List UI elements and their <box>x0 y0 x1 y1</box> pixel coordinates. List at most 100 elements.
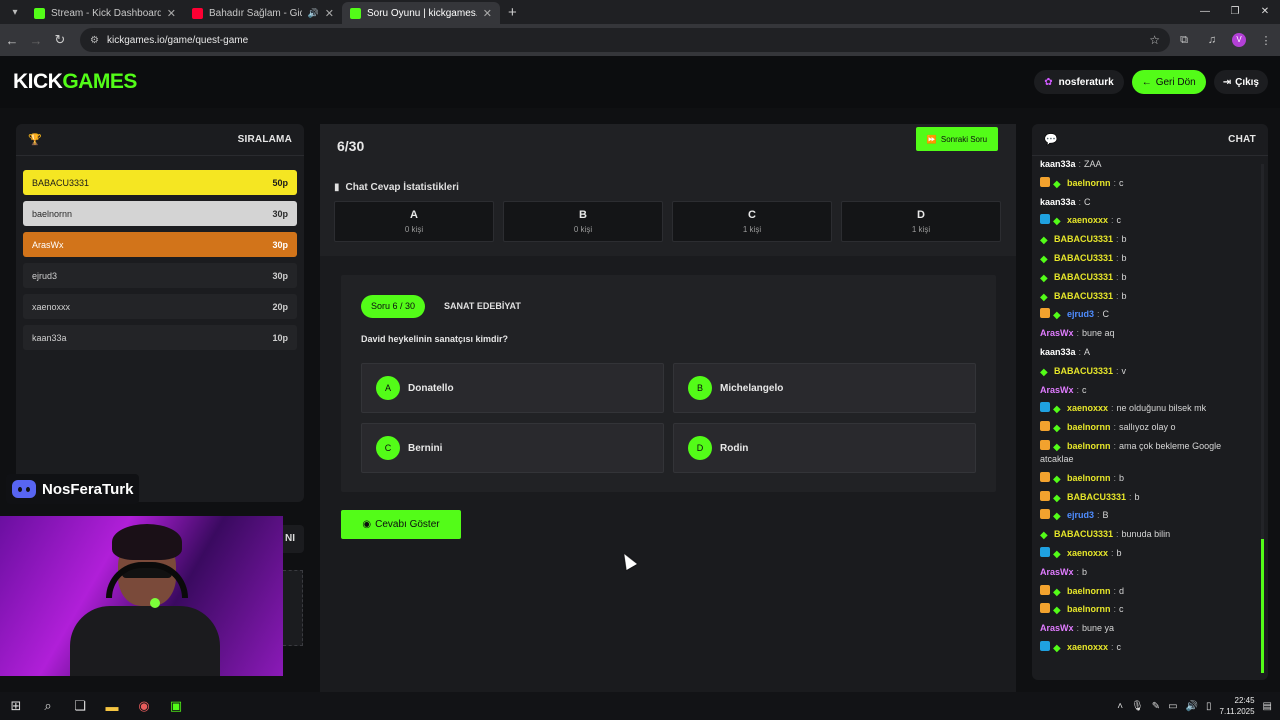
chat-username[interactable]: xaenoxxx <box>1067 548 1108 558</box>
close-window-icon[interactable]: ✕ <box>1250 0 1280 24</box>
chat-message: ◆ xaenoxxx: b <box>1032 546 1268 560</box>
battery-icon[interactable]: ▯ <box>1206 701 1212 712</box>
pen-icon[interactable]: ✎ <box>1152 701 1160 712</box>
chat-username[interactable]: xaenoxxx <box>1067 642 1108 652</box>
chat-username[interactable]: baelnornn <box>1067 473 1111 483</box>
option-d[interactable]: D Rodin <box>673 423 976 473</box>
browser-tab-youtube[interactable]: Bahadır Sağlam - Gidiyor G 🔊 ✕ <box>184 2 342 24</box>
profile-avatar[interactable]: V <box>1232 33 1246 47</box>
network-icon[interactable]: ▭ <box>1168 701 1177 712</box>
chat-username[interactable]: baelnornn <box>1067 178 1111 188</box>
chat-username[interactable]: kaan33a <box>1040 197 1076 207</box>
close-tab-icon[interactable]: ✕ <box>325 7 334 20</box>
chat-scrollbar[interactable] <box>1261 164 1264 673</box>
new-tab-button[interactable]: + <box>508 4 517 21</box>
chat-username[interactable]: ArasWx <box>1040 623 1074 633</box>
chat-username[interactable]: baelnornn <box>1067 604 1111 614</box>
file-explorer-icon[interactable]: ▬ <box>96 692 128 720</box>
minimize-icon[interactable]: — <box>1190 0 1220 24</box>
microphone-icon[interactable]: 🎙 <box>1131 701 1144 712</box>
back-button[interactable]: ← Geri Dön <box>1131 70 1206 94</box>
chat-username[interactable]: ejrud3 <box>1067 510 1094 520</box>
bookmark-star-icon[interactable]: ☆ <box>1149 33 1160 47</box>
chat-username[interactable]: BABACU3331 <box>1054 234 1113 244</box>
forward-arrow-icon[interactable]: → <box>24 33 48 48</box>
chat-scroll-thumb[interactable] <box>1261 539 1264 673</box>
chat-separator: : <box>1113 422 1117 433</box>
chat-username[interactable]: BABACU3331 <box>1067 492 1126 502</box>
chat-username[interactable]: BABACU3331 <box>1054 529 1113 539</box>
user-chip[interactable]: ✿ nosferaturk <box>1034 70 1124 94</box>
hidden-panel-text: NI <box>285 533 295 544</box>
option-letter: D <box>688 436 712 460</box>
start-icon[interactable]: ⊞ <box>0 692 32 720</box>
chat-username[interactable]: xaenoxxx <box>1067 403 1108 413</box>
stats-row: A 0 kişi B 0 kişi C 1 kişi D 1 kişi <box>334 201 1001 242</box>
ranking-row: kaan33a 10p <box>23 325 297 350</box>
chat-username[interactable]: BABACU3331 <box>1054 366 1113 376</box>
vip-badge-icon: ◆ <box>1053 216 1061 228</box>
chevron-up-icon[interactable]: ˄ <box>1117 701 1123 712</box>
reload-icon[interactable]: ↻ <box>48 32 72 48</box>
chat-username[interactable]: ArasWx <box>1040 567 1074 577</box>
address-bar[interactable]: ⚙ kickgames.io/game/quest-game ☆ <box>80 28 1170 52</box>
close-tab-icon[interactable]: ✕ <box>483 7 492 20</box>
chart-bar-icon: ▮ <box>334 182 340 193</box>
chat-separator: : <box>1111 641 1114 652</box>
back-arrow-icon[interactable]: ← <box>0 33 24 48</box>
reveal-answer-button[interactable]: ◉ Cevabı Göster <box>341 510 461 539</box>
task-view-icon[interactable]: ❏ <box>64 692 96 720</box>
player-points: 10p <box>272 332 288 343</box>
site-info-icon[interactable]: ⚙ <box>90 35 99 46</box>
chat-username[interactable]: ArasWx <box>1040 385 1074 395</box>
stat-box-a: A 0 kişi <box>334 201 494 242</box>
chrome-icon[interactable]: ◉ <box>128 692 160 720</box>
chat-text: C <box>1102 309 1110 320</box>
chat-username[interactable]: BABACU3331 <box>1054 253 1113 263</box>
option-c[interactable]: C Bernini <box>361 423 664 473</box>
extensions-icon[interactable]: ⧉ <box>1170 34 1198 47</box>
chat-username[interactable]: kaan33a <box>1040 347 1076 357</box>
chat-message: ◆ baelnornn: ama çok bekleme Google atcakl… <box>1032 439 1268 466</box>
close-tab-icon[interactable]: ✕ <box>167 7 176 20</box>
chat-username[interactable]: BABACU3331 <box>1054 272 1113 282</box>
chat-message-list[interactable]: kaan33a: ZAA ◆ baelnornn: c kaan33a: C ◆ xaenoxx… <box>1032 158 1268 678</box>
chat-separator: : <box>1116 234 1119 245</box>
search-icon[interactable]: ⌕ <box>32 692 64 720</box>
chat-separator: : <box>1113 177 1117 188</box>
media-controls-icon[interactable]: ♫ <box>1198 34 1226 46</box>
chat-username[interactable]: baelnornn <box>1067 441 1111 451</box>
browser-tab-quiz-game[interactable]: Soru Oyunu | kickgames.io ✕ <box>342 2 500 24</box>
chat-username[interactable]: BABACU3331 <box>1054 291 1113 301</box>
volume-icon[interactable]: 🔊 <box>1186 701 1198 712</box>
logout-button[interactable]: ⇥ Çıkış <box>1213 70 1268 94</box>
stat-box-b: B 0 kişi <box>503 201 663 242</box>
browser-menu-icon[interactable]: ⋮ <box>1252 34 1280 47</box>
chat-text: C <box>1084 196 1091 207</box>
vip-badge-icon: ◆ <box>1053 178 1061 190</box>
chat-panel: 💬 CHAT kaan33a: ZAA ◆ baelnornn: c kaan33a: C ◆… <box>1032 124 1268 680</box>
vip-badge-icon: ◆ <box>1053 404 1061 416</box>
next-question-button[interactable]: ⏩ Sonraki Soru <box>916 127 998 151</box>
notifications-icon[interactable]: ▤ <box>1263 701 1272 712</box>
chat-username[interactable]: baelnornn <box>1067 422 1111 432</box>
chat-username[interactable]: kaan33a <box>1040 159 1076 169</box>
option-a[interactable]: A Donatello <box>361 363 664 413</box>
kick-app-icon[interactable]: ▣ <box>160 692 192 720</box>
chat-username[interactable]: ejrud3 <box>1067 309 1094 319</box>
chat-text: b <box>1121 234 1127 245</box>
speaker-icon[interactable]: 🔊 <box>308 8 319 19</box>
streamer-hair <box>112 524 182 560</box>
browser-tab-kick-dashboard[interactable]: Stream - Kick Dashboard ✕ <box>26 2 184 24</box>
subscriber-badge-icon <box>1040 471 1050 482</box>
option-b[interactable]: B Michelangelo <box>673 363 976 413</box>
chat-username[interactable]: xaenoxxx <box>1067 215 1108 225</box>
chat-message: ArasWx: bune ya <box>1032 622 1268 635</box>
restore-icon[interactable]: ❐ <box>1220 0 1250 24</box>
url-text[interactable]: kickgames.io/game/quest-game <box>107 35 1141 46</box>
chat-username[interactable]: baelnornn <box>1067 586 1111 596</box>
chat-username[interactable]: ArasWx <box>1040 328 1074 338</box>
clock[interactable]: 22:45 7.11.2025 <box>1220 695 1255 717</box>
tab-search-button[interactable]: ▾ <box>4 3 26 21</box>
kickgames-logo[interactable]: KICKGAMES <box>13 70 137 94</box>
